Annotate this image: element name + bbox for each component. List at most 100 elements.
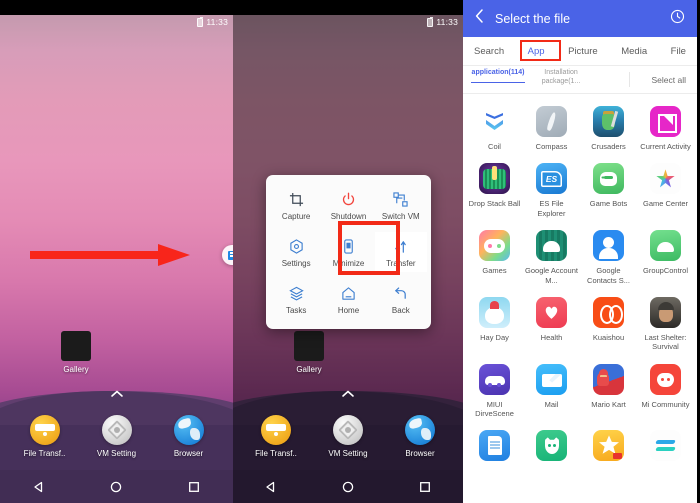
select-all-button[interactable]: Select all xyxy=(652,75,690,85)
vm-screen-mid[interactable]: 11:33 Gallery File Transf.. VM Setting B… xyxy=(233,0,463,503)
app-name: Google Contacts S... xyxy=(587,266,630,285)
nav-bar-mid xyxy=(233,470,463,503)
dock-item-file-transfer[interactable]: File Transf.. xyxy=(251,415,301,459)
miui-drivescene-icon xyxy=(479,363,510,395)
dock-label: VM Setting xyxy=(328,449,368,458)
app-cell-mario-kart[interactable]: Mario Kart xyxy=(580,359,637,423)
app-name: Current Activity xyxy=(640,142,691,151)
kuaishou-icon xyxy=(593,296,624,328)
tab-search[interactable]: Search xyxy=(474,46,504,57)
dock-label: File Transf.. xyxy=(255,449,297,458)
menu-item-capture[interactable]: Capture xyxy=(270,185,322,225)
app-name: Last Shelter: Survival xyxy=(644,332,687,352)
menu-item-tasks[interactable]: Tasks xyxy=(270,279,322,319)
menu-item-switch-vm[interactable]: Switch VM xyxy=(375,185,427,225)
history-clock-icon[interactable] xyxy=(670,9,685,29)
app-name: Games xyxy=(482,266,507,276)
app-cell-google-contacts-sync[interactable]: Google Contacts S... xyxy=(580,225,637,289)
nav-back-button[interactable] xyxy=(256,477,286,497)
battery-icon xyxy=(197,16,204,27)
app-cell-miui-drivescene[interactable]: MIUI DirveScene xyxy=(466,359,523,423)
app-cell-google-account-manager[interactable]: Google Account M... xyxy=(523,225,580,289)
file-picker-panel: Select the file Search App Picture Media… xyxy=(463,0,697,503)
subtab-application[interactable]: application(114) xyxy=(471,69,525,83)
app-cell-swap[interactable] xyxy=(637,425,694,470)
chevron-up-icon[interactable] xyxy=(341,389,355,398)
app-cell-current-activity[interactable]: Current Activity xyxy=(637,101,694,155)
dock-item-vm-setting[interactable]: VM Setting xyxy=(323,415,373,459)
app-cell-hay-day[interactable]: Hay Day xyxy=(466,292,523,356)
game-bots-icon xyxy=(593,163,624,195)
app-cell-compass[interactable]: Compass xyxy=(523,101,580,155)
app-cell-games[interactable]: Games xyxy=(466,225,523,289)
dock-label: VM Setting xyxy=(96,449,137,458)
app-cell-game-center[interactable]: Game Center xyxy=(637,158,694,222)
nav-home-button[interactable] xyxy=(101,477,131,497)
app-cell-mi-community[interactable]: Mi Community xyxy=(637,359,694,423)
app-name: Google Account M... xyxy=(525,266,578,285)
picker-subtabs: application(114) Installation package(1.… xyxy=(463,66,697,94)
app-cell-cat[interactable] xyxy=(523,425,580,470)
dock-item-vm-setting[interactable]: VM Setting xyxy=(92,415,142,459)
last-shelter-survival-icon xyxy=(650,296,681,328)
home-app-gallery[interactable]: Gallery xyxy=(285,331,333,375)
vm-screen-left[interactable]: 11:33 Gallery File Transf.. VM Setting B… xyxy=(0,0,233,503)
dock-left: File Transf.. VM Setting Browser xyxy=(0,412,233,470)
chevron-up-icon[interactable] xyxy=(110,389,124,398)
status-time: 11:33 xyxy=(436,17,458,27)
app-cell-es-file-explorer[interactable]: ES File Explorer xyxy=(523,158,580,222)
tab-media[interactable]: Media xyxy=(621,46,647,57)
app-name: Mi Community xyxy=(641,399,690,409)
menu-item-shutdown[interactable]: Shutdown xyxy=(322,185,374,225)
nav-recents-button[interactable] xyxy=(179,477,209,497)
dock-item-browser[interactable]: Browser xyxy=(164,415,214,459)
browser-icon xyxy=(173,415,204,445)
nav-home-button[interactable] xyxy=(333,477,363,497)
nav-recents-button[interactable] xyxy=(410,477,440,497)
nav-back-button[interactable] xyxy=(24,477,54,497)
document-icon xyxy=(479,430,510,462)
menu-item-settings[interactable]: Settings xyxy=(270,232,322,272)
app-name: Hay Day xyxy=(480,332,509,342)
app-cell-drop-stack-ball[interactable]: Drop Stack Ball xyxy=(466,158,523,222)
app-cell-document[interactable] xyxy=(466,425,523,470)
status-bar-indicators-mid: 11:33 xyxy=(427,15,458,29)
tab-file[interactable]: File xyxy=(671,46,686,57)
dock-item-browser[interactable]: Browser xyxy=(395,415,445,459)
es-file-explorer-icon xyxy=(536,163,567,195)
subtab-installation-package[interactable]: Installation package(1... xyxy=(534,69,588,91)
app-name: ES File Explorer xyxy=(537,199,566,218)
home-app-gallery[interactable]: Gallery xyxy=(52,331,100,375)
vm-setting-icon xyxy=(333,415,363,445)
picker-title: Select the file xyxy=(495,11,571,26)
switch-vm-icon xyxy=(392,190,410,208)
app-cell-group-control[interactable]: GroupControl xyxy=(637,225,694,289)
app-cell-crusaders[interactable]: Crusaders xyxy=(580,101,637,155)
app-cell-game-bots[interactable]: Game Bots xyxy=(580,158,637,222)
chevron-left-icon[interactable] xyxy=(475,9,484,28)
app-cell-kuaishou[interactable]: Kuaishou xyxy=(580,292,637,356)
star-icon xyxy=(593,430,624,462)
menu-item-home[interactable]: Home xyxy=(322,279,374,319)
menu-label: Back xyxy=(391,306,410,315)
app-name: Compass xyxy=(535,142,568,151)
status-bar-indicators-left: 11:33 xyxy=(197,15,228,29)
browser-icon xyxy=(405,415,435,445)
app-cell-coil[interactable]: Coil xyxy=(466,101,523,155)
vm-setting-icon xyxy=(101,415,132,445)
app-cell-last-shelter-survival[interactable]: Last Shelter: Survival xyxy=(637,292,694,356)
app-name: Mario Kart xyxy=(591,399,626,409)
hay-day-icon xyxy=(479,296,510,328)
app-cell-star[interactable] xyxy=(580,425,637,470)
crusaders-icon xyxy=(593,106,624,137)
app-cell-health[interactable]: Health xyxy=(523,292,580,356)
menu-label: Tasks xyxy=(285,306,307,315)
menu-label: Shutdown xyxy=(330,212,367,221)
back-arrow-icon xyxy=(392,284,410,302)
picker-tabs: Search App Picture Media File xyxy=(463,37,697,66)
menu-item-back[interactable]: Back xyxy=(375,279,427,319)
app-cell-mail[interactable]: Mail xyxy=(523,359,580,423)
drop-stack-ball-icon xyxy=(479,163,510,195)
tab-picture[interactable]: Picture xyxy=(568,46,598,57)
dock-item-file-transfer[interactable]: File Transf.. xyxy=(20,415,70,459)
